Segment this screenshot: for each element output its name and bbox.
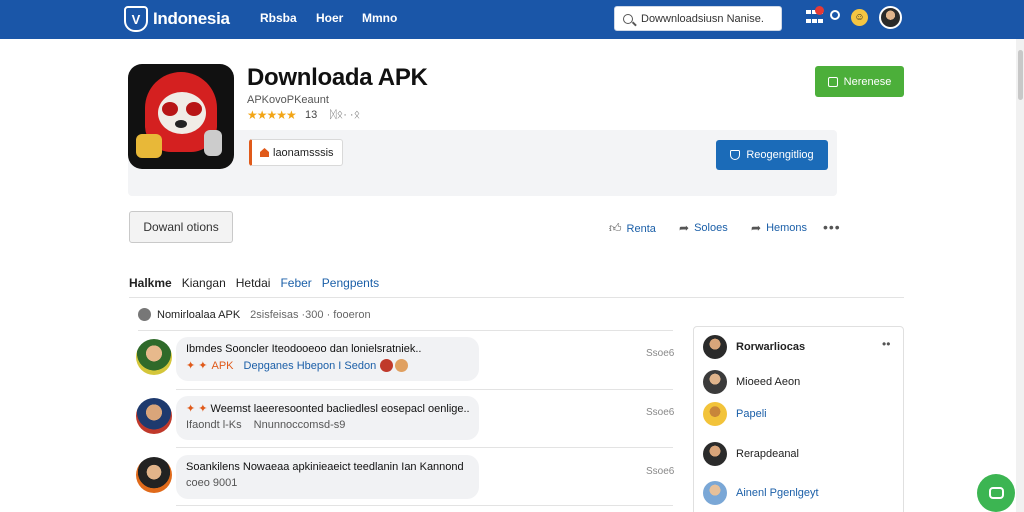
more-options-icon[interactable]: ••• xyxy=(823,219,841,235)
comment-text: Ibmdes Sooncler Iteodooeoo dan lonielsra… xyxy=(186,343,422,355)
tab-3[interactable]: Hetdai xyxy=(236,276,271,290)
side-item-label: Mioeed Aeon xyxy=(736,376,801,388)
comment-text-body: Soankilens Nowaeaa apkinieaeict teedlani… xyxy=(186,461,464,473)
comment-bubble: Ibmdes Sooncler Iteodooeoo dan lonielsra… xyxy=(176,337,479,381)
share-action[interactable]: ➦ Soloes xyxy=(679,221,728,235)
like-action[interactable]: 👍︎ Renta xyxy=(609,221,656,236)
nav-link-3[interactable]: Mmno xyxy=(362,11,397,25)
category-tag-label: laonamsssis xyxy=(273,146,334,159)
side-item-label: Ainenl Pgenlgeyt xyxy=(736,487,819,499)
comment-time: Ssoe6 xyxy=(646,407,675,418)
report-action[interactable]: ➦ Hemons xyxy=(751,221,807,235)
side-avatar xyxy=(703,402,727,426)
comment-bubble: ✦ ✦ Weemst laeeresoonted bacliedlesl eos… xyxy=(176,396,479,440)
search-input[interactable] xyxy=(641,12,776,25)
nav-link-1[interactable]: Rbsba xyxy=(260,11,297,25)
comment-bubble: Soankilens Nowaeaa apkinieaeict teedlani… xyxy=(176,455,479,499)
chat-icon xyxy=(988,487,1004,499)
search-box[interactable] xyxy=(614,6,782,31)
comment-time: Ssoe6 xyxy=(646,466,675,477)
site-logo[interactable]: V Indonesia xyxy=(124,5,230,33)
download-options-button[interactable]: Dowanl otions xyxy=(129,211,233,243)
comment-time: Ssoe6 xyxy=(646,348,675,359)
download-button-label: Nerenese xyxy=(843,75,892,88)
tab-2[interactable]: Kiangan xyxy=(182,276,226,290)
side-avatar xyxy=(703,481,727,505)
comment-tag: APK xyxy=(211,359,234,372)
category-tag[interactable]: laonamsssis xyxy=(249,139,343,166)
side-avatar xyxy=(703,335,727,359)
side-avatar xyxy=(703,442,727,466)
logo-text: Indonesia xyxy=(153,9,230,28)
comments-meta: 2sisfeisas ·300 · fooeron xyxy=(250,308,371,321)
gear-icon[interactable] xyxy=(830,10,840,20)
fire-icon: ✦ ✦ xyxy=(186,403,211,415)
side-item[interactable]: Mioeed Aeon xyxy=(703,370,800,394)
scrollbar-track[interactable] xyxy=(1016,39,1024,512)
tabs-divider xyxy=(129,297,904,298)
star-rating: ★★★★★ xyxy=(247,108,297,122)
thumbs-up-icon: 👍︎ xyxy=(609,221,622,235)
comment-tag: coeo 9001 xyxy=(186,477,238,489)
app-title: Downloada APK xyxy=(247,64,428,91)
comment-divider xyxy=(176,389,673,390)
smiley-icon[interactable]: ☺ xyxy=(851,9,868,26)
nav-link-2[interactable]: Hoer xyxy=(316,11,343,25)
side-item-label: Rerapdeanal xyxy=(736,448,799,460)
reaction-icon xyxy=(395,359,409,372)
forward-arrow-icon: ➦ xyxy=(751,221,762,235)
chat-button[interactable] xyxy=(977,474,1015,512)
comment-divider xyxy=(176,505,673,506)
rating-extra: ᛞᛟ· ·ᛟ xyxy=(330,109,361,121)
side-item[interactable]: Papeli xyxy=(703,402,767,426)
tab-4[interactable]: Feber xyxy=(280,276,311,290)
comment-meta[interactable]: Depganes Hbepon I Sedon xyxy=(244,360,377,372)
search-icon xyxy=(623,13,633,24)
download-icon xyxy=(827,76,838,87)
secondary-action-button[interactable]: Reogengitliog xyxy=(716,140,828,170)
content-tabs: Halkme Kiangan Hetdai Feber Pengpents xyxy=(129,276,389,290)
tab-5[interactable]: Pengpents xyxy=(322,276,379,290)
side-item-label: Papeli xyxy=(736,408,767,420)
reaction-icon xyxy=(380,359,394,372)
share-arrow-icon: ➦ xyxy=(679,221,690,235)
scrollbar-thumb[interactable] xyxy=(1018,50,1023,100)
secondary-button-label: Reogengitliog xyxy=(746,149,814,161)
comment-text: ✦ ✦ Weemst laeeresoonted bacliedlesl eos… xyxy=(186,402,469,415)
side-item[interactable]: Rerapdeanal xyxy=(703,442,799,466)
commenter-avatar[interactable] xyxy=(136,398,172,434)
home-icon xyxy=(260,148,269,157)
comment-meta: Nnunnoccomsd-s9 xyxy=(253,419,346,431)
like-label: Renta xyxy=(626,222,656,235)
side-panel-header: Rorwarliocas xyxy=(703,335,805,359)
comment-tag: Ifaondt l-Ks xyxy=(186,419,242,431)
comments-title: Nomirloalaa APK xyxy=(157,308,241,321)
app-icon xyxy=(128,64,234,169)
download-button[interactable]: Nerenese xyxy=(815,66,904,97)
back-icon[interactable] xyxy=(138,308,151,321)
app-subtitle: APKovoPKeaunt xyxy=(247,94,329,106)
comments-divider xyxy=(138,330,673,331)
fire-icon: ✦ ✦ xyxy=(186,360,208,372)
tab-1[interactable]: Halkme xyxy=(129,276,172,290)
shield-logo-icon: V xyxy=(124,6,148,32)
side-avatar xyxy=(703,370,727,394)
comments-header: Nomirloalaa APK 2sisfeisas ·300 · fooero… xyxy=(138,308,371,321)
comment-text-body: Weemst laeeresoonted bacliedlesl eosepac… xyxy=(210,403,469,415)
notification-badge xyxy=(815,6,824,15)
side-more-icon[interactable]: •• xyxy=(882,337,890,351)
side-panel-title: Rorwarliocas xyxy=(736,341,806,353)
comment-text: Soankilens Nowaeaa apkinieaeict teedlani… xyxy=(186,461,469,473)
share-label: Soloes xyxy=(694,222,728,234)
commenter-avatar[interactable] xyxy=(136,339,172,375)
shield-icon xyxy=(730,150,741,160)
side-item[interactable]: Ainenl Pgenlgeyt xyxy=(703,481,819,505)
rating-count: 13 xyxy=(305,109,318,121)
commenter-avatar[interactable] xyxy=(136,457,172,493)
comment-divider xyxy=(176,447,673,448)
user-avatar[interactable] xyxy=(879,6,902,29)
report-label: Hemons xyxy=(766,222,808,234)
